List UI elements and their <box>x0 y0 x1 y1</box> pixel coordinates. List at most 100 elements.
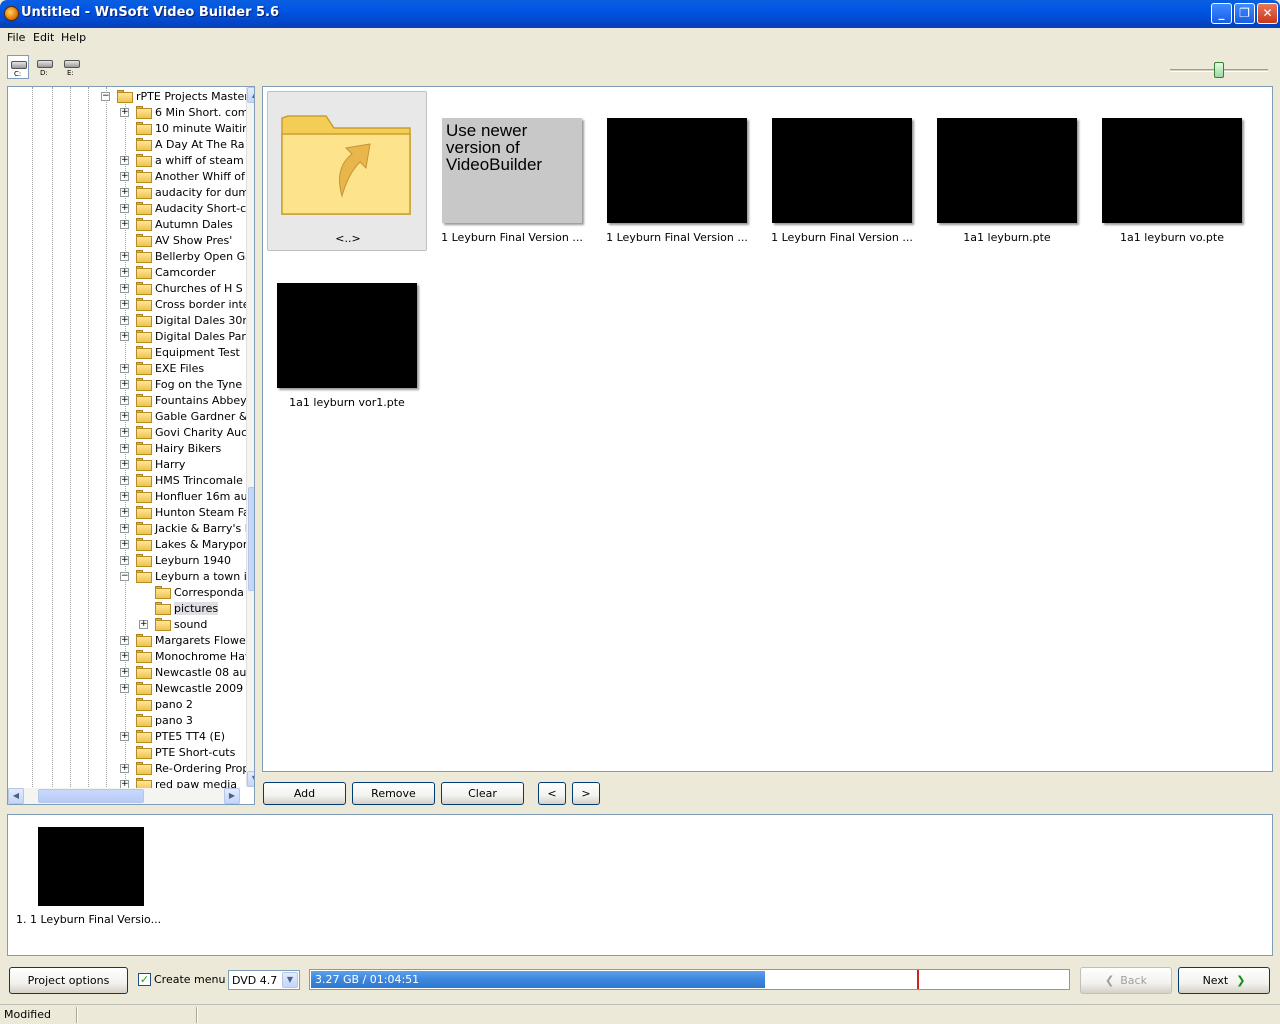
menu-help[interactable]: Help <box>61 31 86 44</box>
tree-vertical-scrollbar[interactable]: ▲ ▼ <box>246 87 254 787</box>
expand-icon[interactable]: + <box>120 220 129 229</box>
thumbnail-size-slider[interactable] <box>1170 60 1268 80</box>
expand-icon[interactable]: + <box>120 156 129 165</box>
scroll-down-button[interactable]: ▼ <box>247 771 254 787</box>
expand-icon[interactable]: + <box>120 476 129 485</box>
expand-icon[interactable]: + <box>120 268 129 277</box>
tree-item[interactable]: + Lakes & Maryport <box>8 537 252 553</box>
expand-icon[interactable]: + <box>120 652 129 661</box>
file-item[interactable]: 1 Leyburn Final Version ... <box>597 91 757 251</box>
expand-icon[interactable]: + <box>120 396 129 405</box>
expand-icon[interactable]: + <box>120 284 129 293</box>
tree-horizontal-scrollbar[interactable]: ◀ ▶ <box>8 788 240 804</box>
tree-item[interactable]: + Newcastle 08 auc <box>8 665 252 681</box>
drive-e-button[interactable]: E: <box>61 55 83 79</box>
tree-item[interactable]: Equipment Test <box>8 345 246 361</box>
tree-item[interactable]: + a whiff of steam <box>8 153 246 169</box>
tree-item[interactable]: + Honfluer 16m auc <box>8 489 254 505</box>
expand-icon[interactable]: + <box>120 444 129 453</box>
tree-item[interactable]: +6 Min Short. comp <box>8 105 254 121</box>
tree-item[interactable]: + Bellerby Open Ga <box>8 249 252 265</box>
tree-item[interactable]: + Margarets Flower <box>8 633 250 649</box>
menu-file[interactable]: File <box>7 31 25 44</box>
tree-item[interactable]: + Jackie & Barry's D <box>8 521 253 537</box>
expand-icon[interactable]: + <box>120 316 129 325</box>
file-item[interactable]: 1a1 leyburn vor1.pte <box>267 256 427 416</box>
tree-item[interactable]: + Hunton Steam Fa <box>8 505 250 521</box>
collapse-icon[interactable]: − <box>120 572 129 581</box>
move-right-button[interactable]: > <box>572 782 600 805</box>
remove-button[interactable]: Remove <box>352 782 435 805</box>
expand-icon[interactable]: + <box>120 364 129 373</box>
expand-icon[interactable]: + <box>120 332 129 341</box>
next-button[interactable]: Next ❯ <box>1178 967 1270 994</box>
tree-item[interactable]: + HMS Trincomale 1 <box>8 473 253 489</box>
file-item[interactable]: 1a1 leyburn.pte <box>927 91 1087 251</box>
restore-button[interactable]: ❐ <box>1234 3 1255 24</box>
tree-item[interactable]: + Newcastle 2009 <box>8 681 246 697</box>
tree-item[interactable]: + Churches of H S <box>8 281 246 297</box>
tree-item[interactable]: Corresponda <box>8 585 246 601</box>
tree-item[interactable]: pictures <box>8 601 246 617</box>
tree-item[interactable]: + Monochrome Hav <box>8 649 251 665</box>
expand-icon[interactable]: + <box>120 524 129 533</box>
disc-size-select[interactable]: DVD 4.7 ▼ <box>228 970 300 990</box>
minimize-button[interactable]: _ <box>1211 3 1232 24</box>
file-item[interactable]: 1 Leyburn Final Version ... <box>762 91 922 251</box>
file-item[interactable]: 1a1 leyburn vo.pte <box>1092 91 1252 251</box>
selected-item-thumbnail[interactable] <box>38 827 144 906</box>
back-button[interactable]: ❮ Back <box>1080 967 1172 994</box>
expand-icon[interactable]: + <box>120 380 129 389</box>
tree-item[interactable]: + Digital Dales 30m <box>8 313 253 329</box>
expand-icon[interactable]: + <box>120 636 129 645</box>
expand-icon[interactable]: + <box>120 172 129 181</box>
tree-item[interactable]: + Fountains Abbey <box>8 393 247 409</box>
tree-item[interactable]: pano 2 <box>8 697 246 713</box>
expand-icon[interactable]: + <box>120 252 129 261</box>
drive-c-button[interactable]: C: <box>7 55 29 79</box>
tree-item[interactable]: AV Show Pres' <box>8 233 246 249</box>
file-item[interactable]: Use newer version of VideoBuilder 1 Leyb… <box>432 91 592 251</box>
tree-item[interactable]: + Autumn Dales <box>8 217 246 233</box>
close-button[interactable]: ✕ <box>1257 3 1278 24</box>
expand-icon[interactable]: + <box>120 556 129 565</box>
expand-icon[interactable]: + <box>120 204 129 213</box>
scroll-thumb[interactable] <box>248 487 254 591</box>
tree-item[interactable]: + EXE Files <box>8 361 246 377</box>
checkbox-icon[interactable]: ✓ <box>138 973 151 986</box>
tree-item[interactable]: + PTE5 TT4 (E) <box>8 729 246 745</box>
tree-item[interactable]: + sound <box>8 617 246 633</box>
tree-item[interactable]: + Cross border inte <box>8 297 250 313</box>
scroll-thumb[interactable] <box>38 789 144 803</box>
expand-icon[interactable]: + <box>120 540 129 549</box>
expand-icon[interactable]: + <box>120 188 129 197</box>
scroll-up-button[interactable]: ▲ <box>247 87 254 103</box>
tree-item[interactable]: − Leyburn a town in <box>8 569 254 585</box>
tree-item[interactable]: + Gable Gardner & <box>8 409 247 425</box>
expand-icon[interactable]: + <box>139 620 148 629</box>
menu-edit[interactable]: Edit <box>33 31 54 44</box>
scroll-right-button[interactable]: ▶ <box>224 788 240 804</box>
tree-item[interactable]: + Digital Dales Part <box>8 329 250 345</box>
expand-icon[interactable]: + <box>120 684 129 693</box>
expand-icon[interactable]: + <box>120 492 129 501</box>
tree-item[interactable]: + Camcorder <box>8 265 246 281</box>
expand-icon[interactable]: + <box>120 428 129 437</box>
tree-item[interactable]: + Audacity Short-c <box>8 201 246 217</box>
tree-item[interactable]: 10 minute Waitin <box>8 121 249 137</box>
tree-item[interactable]: + Fog on the Tyne <box>8 377 246 393</box>
tree-item[interactable]: pano 3 <box>8 713 246 729</box>
tree-item[interactable]: A Day At The Ra <box>8 137 246 153</box>
clear-button[interactable]: Clear <box>441 782 524 805</box>
project-options-button[interactable]: Project options <box>9 967 128 994</box>
parent-folder-item[interactable]: <..> <box>267 91 427 251</box>
expand-icon[interactable]: + <box>120 300 129 309</box>
expand-icon[interactable]: + <box>120 764 129 773</box>
tree-item[interactable]: + Re-Ordering Prop <box>8 761 249 777</box>
tree-item[interactable]: + Another Whiff of <box>8 169 246 185</box>
drive-d-button[interactable]: D: <box>34 55 56 79</box>
tree-item[interactable]: + Leyburn 1940 <box>8 553 246 569</box>
tree-root-item[interactable]: − rPTE Projects Master <box>8 89 249 105</box>
expand-icon[interactable]: + <box>120 732 129 741</box>
tree-item[interactable]: PTE Short-cuts <box>8 745 246 761</box>
